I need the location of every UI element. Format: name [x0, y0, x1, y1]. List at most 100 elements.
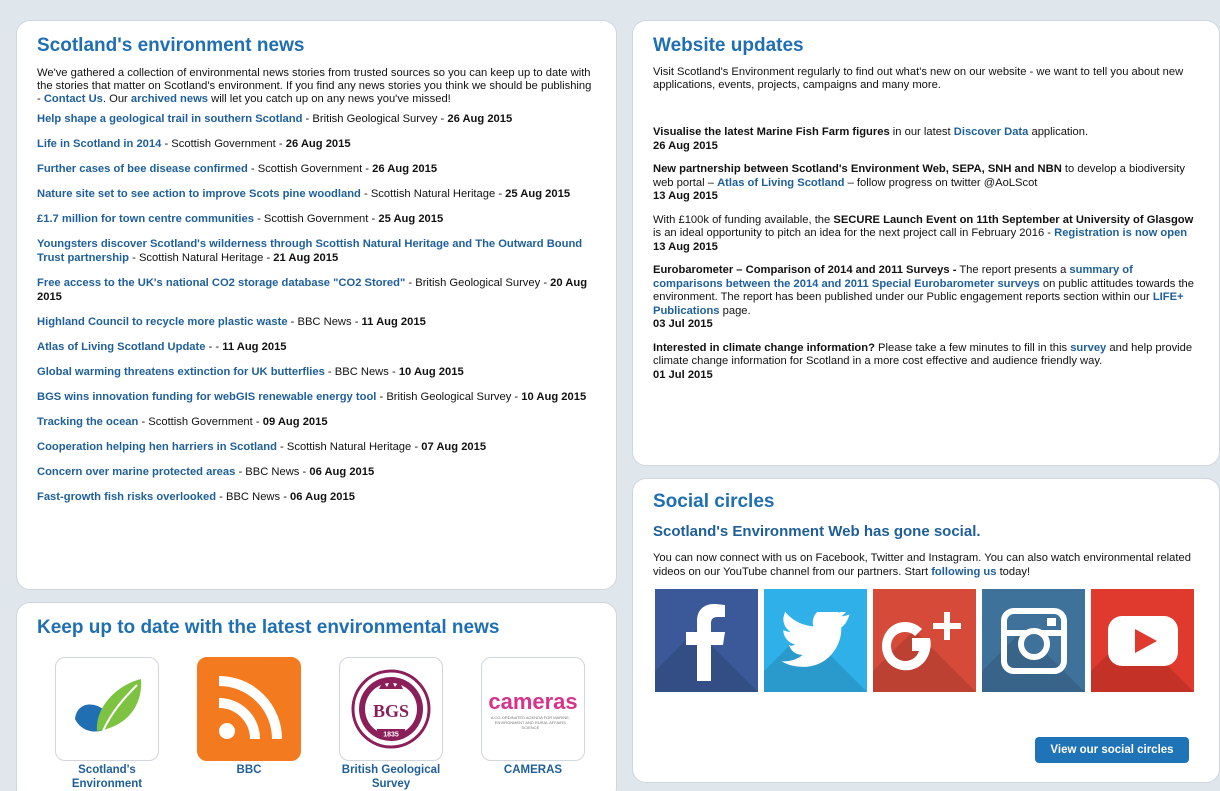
feed-bgs[interactable]: BGS 1835 British Geological Survey	[339, 657, 443, 791]
bgs-logo-year: 1835	[383, 732, 399, 739]
news-item-date: 25 Aug 2015	[505, 188, 571, 200]
contact-us-link[interactable]: Contact Us	[44, 93, 103, 105]
feed-bbc[interactable]: BBC	[197, 657, 301, 791]
instagram-icon[interactable]	[982, 589, 1085, 692]
update-item: Eurobarometer – Comparison of 2014 and 2…	[653, 264, 1199, 332]
news-item-link[interactable]: BGS wins innovation funding for webGIS r…	[37, 391, 376, 403]
news-item-date: 10 Aug 2015	[398, 366, 464, 378]
news-item: Cooperation helping hen harriers in Scot…	[37, 441, 487, 453]
bgs-logo-text: BGS	[373, 701, 409, 721]
news-item: Further cases of bee disease confirmed -…	[37, 163, 438, 175]
news-item: Nature site set to see action to improve…	[37, 188, 571, 200]
news-title: Scotland's environment news	[37, 35, 305, 56]
update-item: Interested in climate change information…	[653, 342, 1199, 383]
news-item-link[interactable]: Further cases of bee disease confirmed	[37, 163, 248, 175]
social-title: Social circles	[653, 491, 775, 512]
news-item-date: 09 Aug 2015	[262, 416, 328, 428]
update-date: 13 Aug 2015	[653, 190, 718, 202]
news-item-link[interactable]: Concern over marine protected areas	[37, 466, 235, 478]
news-item-link[interactable]: Fast-growth fish risks overlooked	[37, 491, 216, 503]
update-date: 03 Jul 2015	[653, 318, 713, 330]
news-item: Global warming threatens extinction for …	[37, 366, 464, 378]
news-item: Help shape a geological trail in souther…	[37, 113, 513, 125]
twitter-icon[interactable]	[764, 589, 867, 692]
news-item-source: Scottish Government	[171, 138, 276, 150]
news-item: Life in Scotland in 2014 - Scottish Gove…	[37, 138, 351, 150]
cameras-logo-icon: cameras A CO-ORDINATED AGENDA FOR MARINE…	[481, 657, 585, 761]
atlas-living-scotland-link[interactable]: Atlas of Living Scotland	[717, 177, 844, 189]
news-item: £1.7 million for town centre communities…	[37, 213, 444, 225]
feed-label: CAMERAS	[503, 764, 563, 776]
news-item-link[interactable]: Tracking the ocean	[37, 416, 138, 428]
update-date: 13 Aug 2015	[653, 240, 718, 253]
discover-data-link[interactable]: Discover Data	[954, 126, 1029, 138]
social-text: You can now connect with us on Facebook,…	[653, 552, 1191, 578]
news-item: Youngsters discover Scotland's wildernes…	[37, 238, 583, 264]
youtube-icon[interactable]	[1091, 589, 1194, 692]
news-panel: Scotland's environment news We've gather…	[16, 20, 617, 590]
news-item: Fast-growth fish risks overlooked - BBC …	[37, 491, 355, 503]
feed-label: BBC	[236, 764, 262, 776]
survey-link[interactable]: survey	[1070, 342, 1106, 354]
news-item-link[interactable]: Nature site set to see action to improve…	[37, 188, 361, 200]
news-item-date: 11 Aug 2015	[222, 341, 287, 353]
view-social-circles-button[interactable]: View our social circles	[1035, 737, 1189, 763]
keep-up-panel: Keep up to date with the latest environm…	[16, 602, 617, 791]
news-item-link[interactable]: Help shape a geological trail in souther…	[37, 113, 302, 125]
update-date: 26 Aug 2015	[653, 139, 718, 152]
news-item-source: British Geological Survey	[312, 113, 438, 125]
news-item-date: 25 Aug 2015	[378, 213, 444, 225]
feed-label: British Geological Survey	[341, 764, 441, 790]
news-item-link[interactable]: Highland Council to recycle more plastic…	[37, 316, 288, 328]
news-item-source: BBC News	[226, 491, 281, 503]
update-item: With £100k of funding available, the SEC…	[653, 214, 1199, 255]
news-item-source: Scottish Government	[263, 213, 369, 225]
news-item-source: BBC News	[245, 466, 300, 478]
news-item: BGS wins innovation funding for webGIS r…	[37, 391, 587, 403]
news-item-date: 26 Aug 2015	[447, 113, 513, 125]
news-item-date: 06 Aug 2015	[309, 466, 375, 478]
news-item-date: 26 Aug 2015	[285, 138, 351, 150]
google-plus-icon[interactable]	[873, 589, 976, 692]
news-intro: We've gathered a collection of environme…	[37, 67, 592, 105]
updates-intro: Visit Scotland's Environment regularly t…	[653, 66, 1184, 91]
news-item: Highland Council to recycle more plastic…	[37, 316, 426, 328]
social-circles-panel: Social circles Scotland's Environment We…	[632, 478, 1220, 783]
updates-title: Website updates	[653, 35, 804, 56]
bgs-logo-icon: BGS 1835	[339, 657, 443, 761]
news-item-source: Scottish Government	[257, 163, 363, 175]
rss-icon	[197, 657, 301, 761]
news-item-date: 06 Aug 2015	[290, 491, 355, 503]
news-item-link[interactable]: Atlas of Living Scotland Update	[37, 341, 205, 353]
news-item-source: BBC News	[297, 316, 352, 328]
news-list: Help shape a geological trail in souther…	[37, 112, 596, 504]
registration-link[interactable]: Registration is now open	[1054, 227, 1187, 239]
news-item-link[interactable]: Global warming threatens extinction for …	[37, 366, 325, 378]
news-item-link[interactable]: Free access to the UK's national CO2 sto…	[37, 277, 405, 289]
news-item-link[interactable]: Cooperation helping hen harriers in Scot…	[37, 441, 277, 453]
update-date: 01 Jul 2015	[653, 368, 713, 381]
news-item-source: Scottish Natural Heritage	[286, 441, 412, 453]
following-us-link[interactable]: following us	[931, 566, 996, 578]
update-item: New partnership between Scotland's Envir…	[653, 163, 1199, 204]
news-item: Free access to the UK's national CO2 sto…	[37, 277, 588, 303]
feed-scotlands-environment[interactable]: Scotland's Environment	[55, 657, 159, 791]
facebook-icon[interactable]	[655, 589, 758, 692]
news-item-source: British Geological Survey	[415, 277, 541, 289]
news-item-link[interactable]: £1.7 million for town centre communities	[37, 213, 254, 225]
news-item-source: British Geological Survey	[386, 391, 512, 403]
keep-up-title: Keep up to date with the latest environm…	[37, 617, 500, 638]
update-item: Visualise the latest Marine Fish Farm fi…	[653, 126, 1199, 153]
news-item-date: 10 Aug 2015	[521, 391, 587, 403]
news-item-source: Scottish Government	[148, 416, 253, 428]
news-item-source: Scottish Natural Heritage	[138, 252, 264, 264]
news-item-link[interactable]: Life in Scotland in 2014	[37, 138, 161, 150]
news-item: Concern over marine protected areas - BB…	[37, 466, 375, 478]
archived-news-link[interactable]: archived news	[131, 93, 208, 105]
social-subtitle: Scotland's Environment Web has gone soci…	[653, 523, 981, 540]
website-updates-panel: Website updates Visit Scotland's Environ…	[632, 20, 1220, 466]
feed-cameras[interactable]: cameras A CO-ORDINATED AGENDA FOR MARINE…	[481, 657, 585, 791]
news-item-date: 11 Aug 2015	[361, 316, 426, 328]
news-item-date: 07 Aug 2015	[421, 441, 487, 453]
news-item-source: Scottish Natural Heritage	[370, 188, 496, 200]
